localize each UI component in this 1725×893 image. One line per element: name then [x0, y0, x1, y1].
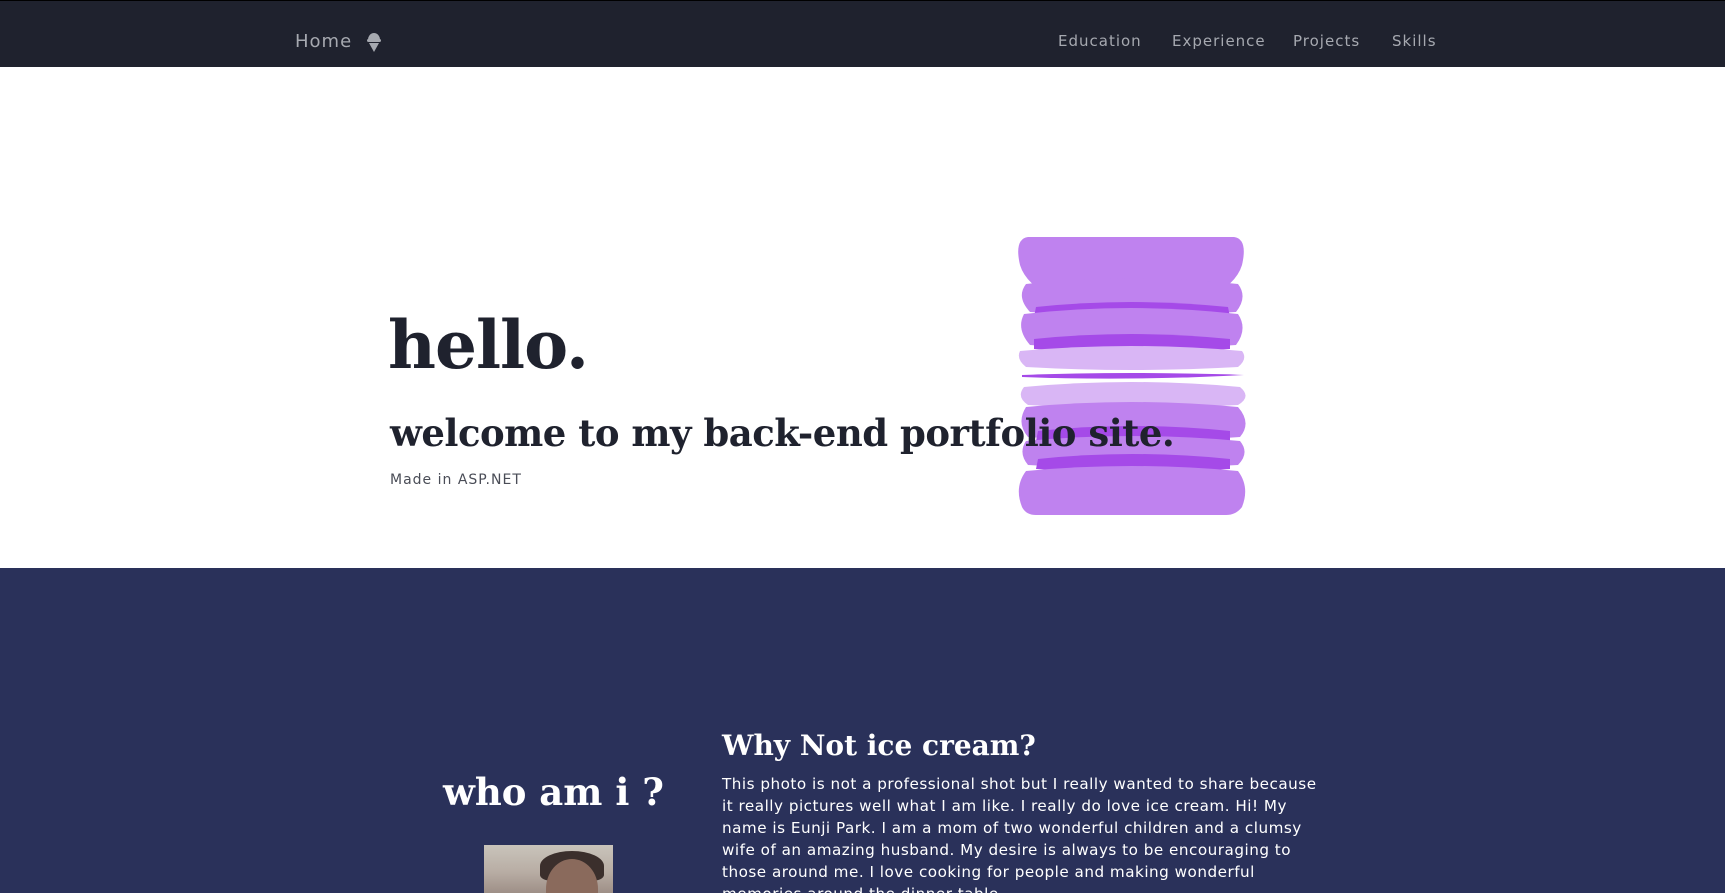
hero-greeting: hello. [388, 306, 589, 384]
bio-title: Why Not ice cream? [722, 729, 1036, 762]
about-heading: who am i ? [443, 770, 664, 814]
hero-section: hello. welcome to my back-end portfolio … [0, 67, 1725, 568]
nav-home-link[interactable]: Home [295, 31, 352, 52]
about-section: who am i ? Why Not ice cream? This photo… [0, 568, 1725, 893]
bio-text: This photo is not a professional shot bu… [722, 775, 1317, 893]
ice-cream-icon[interactable] [366, 30, 382, 54]
hero-subtitle: welcome to my back-end portfolio site. [390, 411, 1175, 455]
made-in-text: Made in ASP.NET [390, 472, 522, 488]
navbar: Home Education Experience Projects Skill… [0, 0, 1725, 67]
nav-link-experience[interactable]: Experience [1172, 32, 1266, 50]
nav-link-education[interactable]: Education [1058, 32, 1142, 50]
profile-photo [484, 845, 613, 893]
nav-link-skills[interactable]: Skills [1392, 32, 1437, 50]
stacked-macarons-illustration [1016, 237, 1246, 515]
nav-link-projects[interactable]: Projects [1293, 32, 1360, 50]
